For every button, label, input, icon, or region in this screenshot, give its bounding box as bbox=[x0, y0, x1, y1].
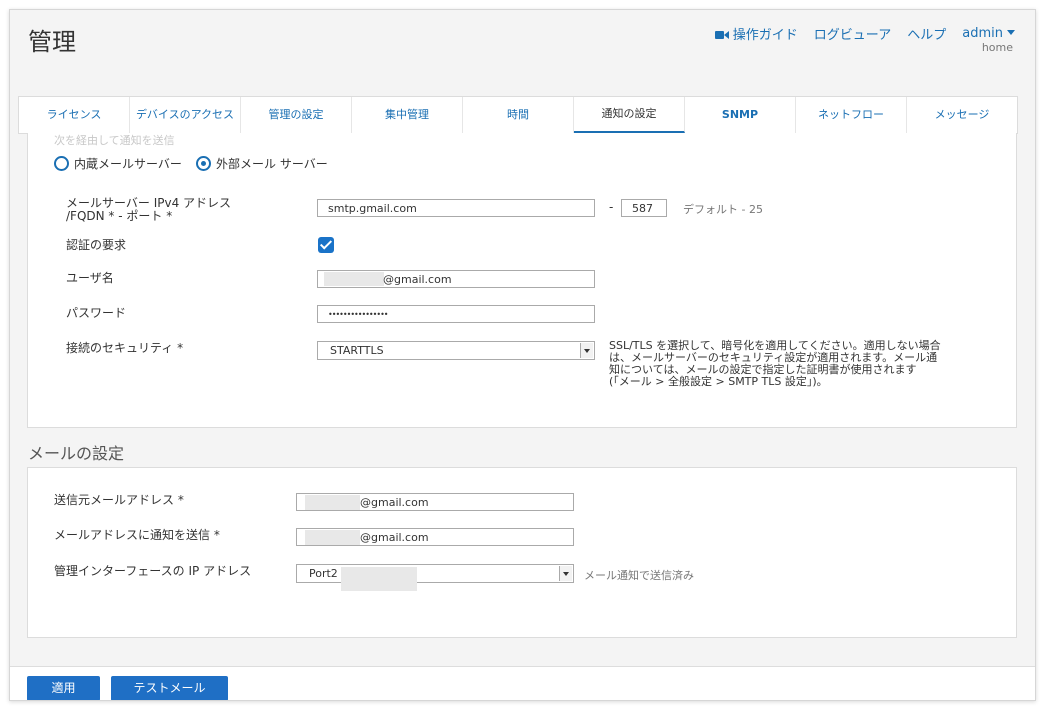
mail-settings-title: メールの設定 bbox=[28, 444, 125, 463]
server-label: メールサーバー IPv4 アドレス /FQDN * - ポート * bbox=[66, 197, 231, 223]
tab-admin-settings[interactable]: 管理の設定 bbox=[241, 97, 352, 133]
ip-label: 管理インターフェースの IP アドレス bbox=[54, 564, 252, 578]
security-label: 接続のセキュリティ * bbox=[66, 341, 184, 355]
security-value: STARTTLS bbox=[330, 344, 384, 357]
video-camera-icon bbox=[714, 31, 729, 39]
recipient-label: メールアドレスに通知を送信 * bbox=[54, 528, 220, 542]
tab-netflow[interactable]: ネットフロー bbox=[796, 97, 907, 133]
password-input[interactable]: •••••••••••••••• bbox=[317, 305, 595, 323]
tab-time[interactable]: 時間 bbox=[463, 97, 574, 133]
ip-note: メール通知で送信済み bbox=[584, 569, 694, 582]
security-note: SSL/TLS を選択して、暗号化を適用してください。適用しない場合 は、メール… bbox=[609, 340, 941, 388]
dropdown-arrow-icon bbox=[559, 566, 572, 581]
password-label: パスワード bbox=[66, 306, 127, 320]
tab-message[interactable]: メッセージ bbox=[907, 97, 1017, 133]
log-viewer-link[interactable]: ログビューア bbox=[814, 24, 891, 43]
tab-license[interactable]: ライセンス bbox=[19, 97, 130, 133]
sender-value: @gmail.com bbox=[360, 496, 429, 509]
help-link[interactable]: ヘルプ bbox=[907, 24, 946, 43]
server-label-line2: /FQDN * - ポート * bbox=[66, 209, 173, 223]
redacted-block bbox=[324, 272, 384, 286]
username-label: ユーザ名 bbox=[66, 271, 114, 285]
radio-internal-server[interactable]: 内蔵メールサーバー bbox=[54, 155, 182, 172]
radio-internal bbox=[54, 156, 69, 171]
tab-device-access[interactable]: デバイスのアクセス bbox=[130, 97, 241, 133]
tab-snmp[interactable]: SNMP bbox=[685, 97, 796, 133]
sender-input[interactable]: @gmail.com bbox=[296, 493, 574, 511]
redacted-block bbox=[305, 495, 360, 510]
tab-central-management[interactable]: 集中管理 bbox=[352, 97, 463, 133]
port-default-hint: デフォルト - 25 bbox=[683, 203, 763, 216]
admin-window: 管理 操作ガイド ログビューア ヘルプ admin home ライセンス デバイ… bbox=[9, 9, 1036, 701]
username-input[interactable]: @gmail.com bbox=[317, 270, 595, 288]
ip-value: Port2 bbox=[309, 567, 338, 580]
security-note-line: (「メール > 全般設定 > SMTP TLS 設定」)。 bbox=[609, 375, 828, 388]
test-mail-button[interactable]: テストメール bbox=[111, 676, 228, 700]
page-title: 管理 bbox=[28, 28, 76, 56]
username-value: @gmail.com bbox=[383, 273, 452, 286]
radio-external bbox=[196, 156, 211, 171]
chevron-down-icon bbox=[1007, 30, 1015, 35]
tab-notification-settings[interactable]: 通知の設定 bbox=[574, 97, 685, 133]
auth-checkbox[interactable] bbox=[318, 237, 334, 253]
radio-internal-label: 内蔵メールサーバー bbox=[74, 157, 182, 171]
top-nav: 操作ガイド ログビューア ヘルプ admin bbox=[714, 24, 1015, 43]
sender-label: 送信元メールアドレス * bbox=[54, 493, 184, 507]
user-menu[interactable]: admin bbox=[962, 26, 1015, 41]
dropdown-arrow-icon bbox=[580, 343, 593, 358]
security-select[interactable]: STARTTLS bbox=[317, 341, 595, 360]
redacted-block bbox=[305, 530, 360, 545]
recipient-value: @gmail.com bbox=[360, 531, 429, 544]
redacted-block bbox=[341, 567, 417, 591]
guide-label: 操作ガイド bbox=[732, 28, 798, 43]
user-name: admin bbox=[962, 26, 1003, 41]
port-input[interactable]: 587 bbox=[621, 199, 667, 217]
guide-link[interactable]: 操作ガイド bbox=[714, 24, 798, 43]
notify-via-label: 次を経由して通知を送信 bbox=[54, 134, 175, 147]
radio-external-server[interactable]: 外部メール サーバー bbox=[196, 155, 328, 172]
footer-bar: 適用 テストメール bbox=[10, 666, 1035, 700]
apply-button[interactable]: 適用 bbox=[27, 676, 100, 700]
port-separator: - bbox=[609, 200, 614, 214]
radio-external-label: 外部メール サーバー bbox=[216, 157, 328, 171]
ip-select[interactable]: Port2 bbox=[296, 564, 574, 591]
breadcrumb: home bbox=[981, 41, 1013, 54]
auth-label: 認証の要求 bbox=[66, 238, 127, 252]
server-address-input[interactable]: smtp.gmail.com bbox=[317, 199, 595, 217]
recipient-input[interactable]: @gmail.com bbox=[296, 528, 574, 546]
tab-bar: ライセンス デバイスのアクセス 管理の設定 集中管理 時間 通知の設定 SNMP… bbox=[18, 96, 1018, 134]
